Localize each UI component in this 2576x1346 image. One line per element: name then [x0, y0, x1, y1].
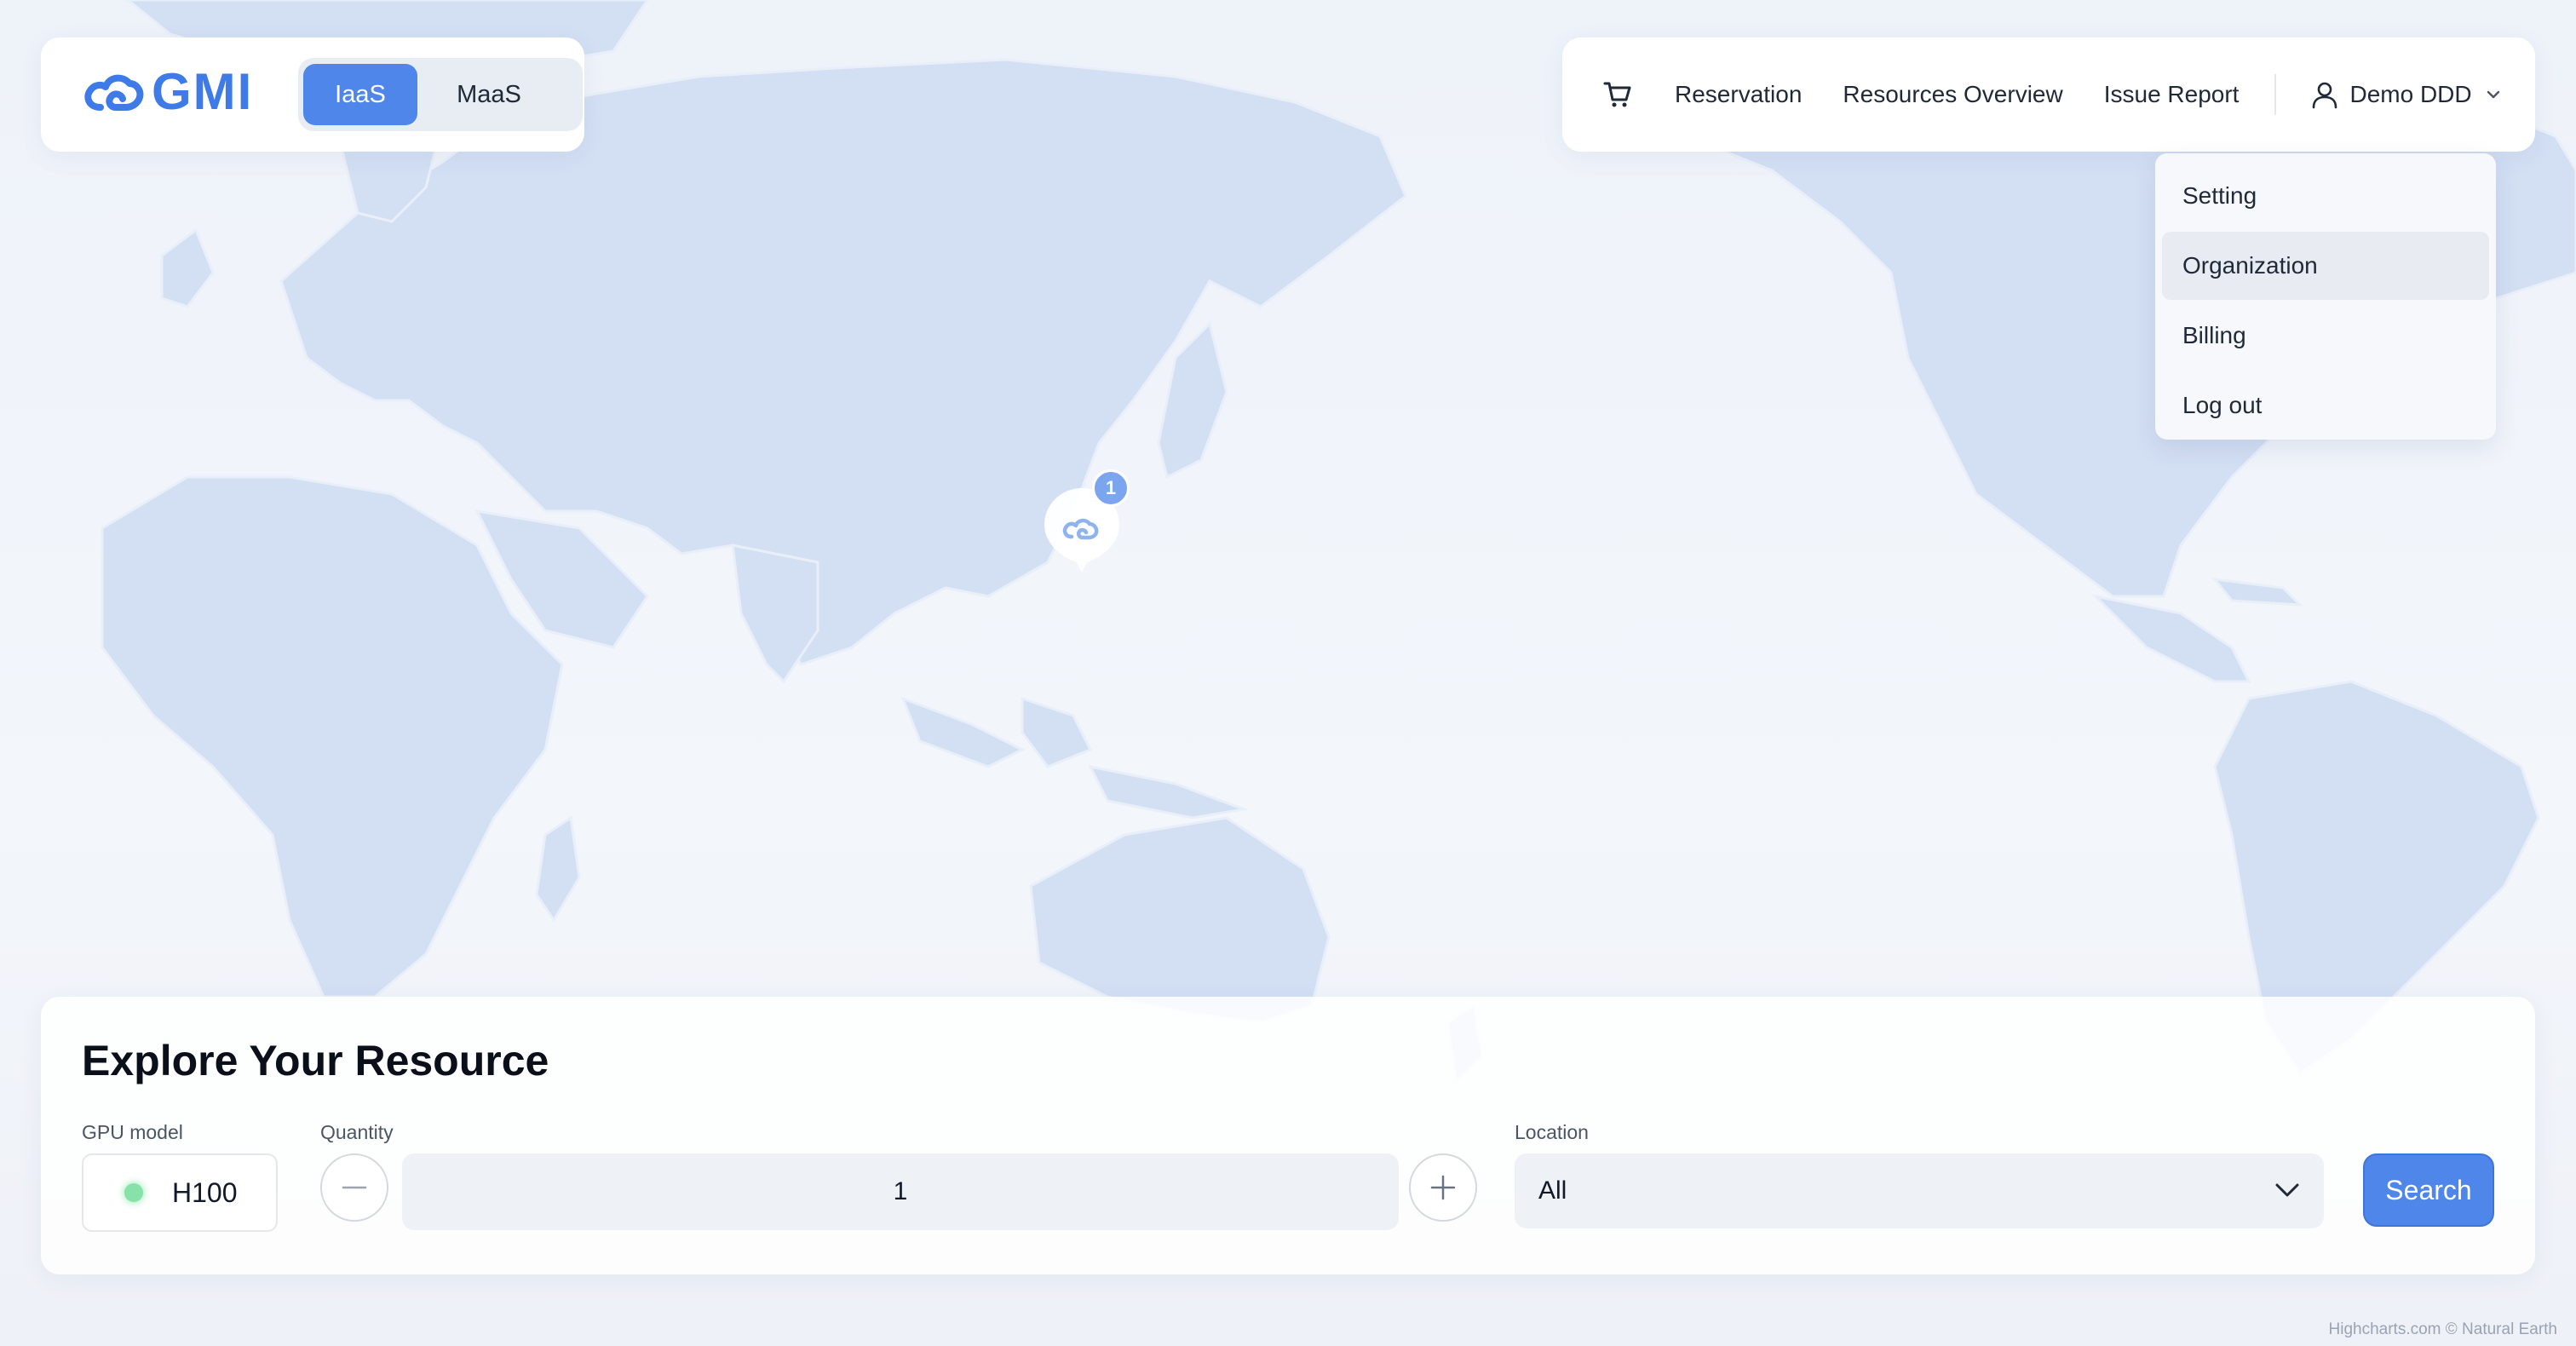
marker-count-badge: 1	[1092, 469, 1130, 507]
search-button[interactable]: Search	[2363, 1153, 2494, 1227]
user-icon	[2313, 82, 2337, 109]
minus-icon	[342, 1186, 367, 1189]
cart-icon[interactable]	[1601, 78, 1634, 111]
quantity-decrement-button[interactable]	[320, 1153, 388, 1222]
map-credits[interactable]: Highcharts.com © Natural Earth	[2329, 1320, 2558, 1339]
nav-issue-report[interactable]: Issue Report	[2104, 81, 2240, 108]
chevron-down-icon	[2487, 90, 2499, 99]
menu-item-organization[interactable]: Organization	[2162, 232, 2489, 300]
location-value: All	[1538, 1176, 1567, 1205]
location-select[interactable]: All	[1515, 1153, 2324, 1228]
menu-item-billing[interactable]: Billing	[2162, 302, 2489, 370]
top-nav: Reservation Resources Overview Issue Rep…	[1562, 37, 2535, 152]
quantity-input[interactable]	[402, 1153, 1399, 1230]
mode-iaas-button[interactable]: IaaS	[303, 64, 417, 125]
plus-icon	[1430, 1175, 1456, 1200]
mode-switch: IaaS MaaS	[298, 58, 583, 131]
logo-text: GMI	[152, 63, 254, 120]
gpu-model-selector[interactable]: H100	[82, 1153, 278, 1232]
user-menu-toggle[interactable]: Demo DDD	[2310, 80, 2500, 109]
explore-panel: Explore Your Resource GPU model H100 Qua…	[41, 997, 2535, 1274]
explore-title: Explore Your Resource	[82, 1037, 549, 1084]
chevron-down-icon	[2275, 1183, 2299, 1197]
menu-item-log-out[interactable]: Log out	[2162, 371, 2489, 440]
cloud-link-icon	[84, 74, 144, 111]
gpu-model-value: H100	[172, 1176, 238, 1208]
gpu-model-label: GPU model	[82, 1121, 183, 1143]
nav-resources-overview[interactable]: Resources Overview	[1843, 81, 2062, 108]
user-dropdown-menu: Setting Organization Billing Log out	[2155, 153, 2496, 440]
mode-maas-button[interactable]: MaaS	[424, 64, 554, 125]
nav-divider	[2274, 74, 2277, 115]
gmi-logo[interactable]: GMI	[82, 66, 253, 118]
quantity-label: Quantity	[320, 1121, 394, 1143]
menu-item-setting[interactable]: Setting	[2162, 162, 2489, 230]
location-label: Location	[1515, 1121, 1589, 1143]
quantity-increment-button[interactable]	[1409, 1153, 1477, 1222]
user-name: Demo DDD	[2349, 81, 2472, 107]
brand-card: GMI IaaS MaaS	[41, 37, 584, 152]
nav-reservation[interactable]: Reservation	[1675, 81, 1802, 108]
availability-dot-icon	[124, 1183, 143, 1202]
